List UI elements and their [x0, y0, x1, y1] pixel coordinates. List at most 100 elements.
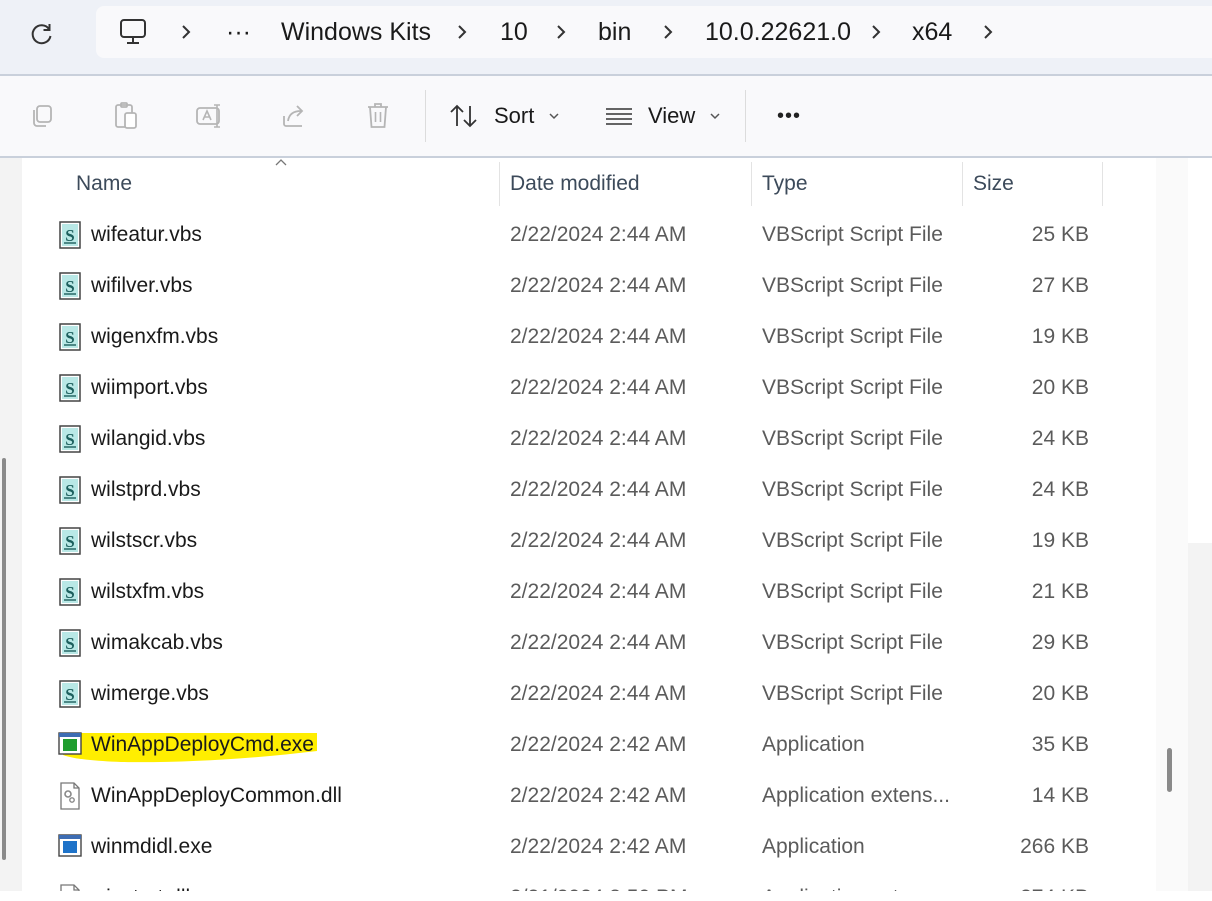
copy-button[interactable]: [20, 76, 64, 156]
file-date: 2/22/2024 2:42 AM: [510, 784, 687, 807]
svg-text:S: S: [65, 328, 74, 347]
list-item[interactable]: Swilangid.vbs 2/22/2024 2:44 AM VBScript S…: [22, 413, 1156, 464]
file-size: 27 KB: [1031, 274, 1089, 297]
file-size: 19 KB: [1031, 325, 1089, 348]
delete-button[interactable]: [356, 76, 400, 156]
svg-text:S: S: [65, 532, 74, 551]
svg-text:S: S: [65, 277, 74, 296]
file-date: 2/22/2024 2:44 AM: [510, 223, 687, 246]
vbscript-file-icon: S: [57, 629, 83, 657]
column-header-name[interactable]: Name: [76, 158, 132, 210]
file-name: wiimport.vbs: [91, 376, 208, 399]
breadcrumb-overflow[interactable]: ···: [226, 6, 251, 58]
vertical-scrollbar-track[interactable]: [1156, 158, 1188, 891]
refresh-button[interactable]: [22, 14, 62, 54]
dll-file-icon: [57, 782, 83, 810]
breadcrumb-chevron-icon[interactable]: [174, 6, 198, 58]
view-list-icon: [606, 108, 632, 125]
breadcrumb-chevron-icon[interactable]: [549, 6, 573, 58]
refresh-icon: [31, 24, 52, 45]
vbscript-file-icon: S: [57, 476, 83, 504]
svg-text:S: S: [65, 379, 74, 398]
list-item[interactable]: Swilstxfm.vbs 2/22/2024 2:44 AM VBScript S…: [22, 566, 1156, 617]
share-button[interactable]: [272, 76, 316, 156]
breadcrumb-10[interactable]: 10: [500, 6, 528, 58]
breadcrumb-windows-kits[interactable]: Windows Kits: [281, 6, 431, 58]
file-type: VBScript Script File: [762, 529, 943, 552]
list-item[interactable]: Swigenxfm.vbs 2/22/2024 2:44 AM VBScript S…: [22, 311, 1156, 362]
breadcrumb[interactable]: ··· Windows Kits 10 bin 10.0.22621.0 x64: [96, 6, 1212, 58]
file-date: 2/22/2024 2:44 AM: [510, 274, 687, 297]
computer-icon: [120, 19, 146, 44]
svg-text:S: S: [65, 634, 74, 653]
file-size: 14 KB: [1031, 784, 1089, 807]
list-item[interactable]: Swilstscr.vbs 2/22/2024 2:44 AM VBScript S…: [22, 515, 1156, 566]
file-size: 35 KB: [1031, 733, 1089, 756]
file-type: VBScript Script File: [762, 427, 943, 450]
sort-ascending-caret-icon: [275, 159, 287, 166]
sort-button[interactable]: Sort: [448, 76, 568, 156]
breadcrumb-version[interactable]: 10.0.22621.0: [705, 6, 851, 58]
more-options-icon: •••: [776, 104, 801, 127]
share-icon: [283, 105, 304, 127]
file-date: 2/22/2024 2:44 AM: [510, 580, 687, 603]
breadcrumb-bin[interactable]: bin: [598, 6, 631, 58]
list-item-partial[interactable]: winstrat.dll 2/21/2024 8:50 PM Application…: [22, 872, 1156, 891]
file-type: VBScript Script File: [762, 274, 943, 297]
trash-icon: [368, 103, 388, 128]
address-bar-region: ··· Windows Kits 10 bin 10.0.22621.0 x64: [0, 0, 1212, 74]
vbscript-file-icon: S: [57, 323, 83, 351]
window-edge: [1188, 543, 1212, 891]
file-size: 24 KB: [1031, 427, 1089, 450]
list-item[interactable]: Swiimport.vbs 2/22/2024 2:44 AM VBScript S…: [22, 362, 1156, 413]
file-name: wifilver.vbs: [91, 274, 193, 297]
breadcrumb-chevron-icon[interactable]: [450, 6, 474, 58]
list-item[interactable]: Swifeatur.vbs 2/22/2024 2:44 AM VBScript S…: [22, 209, 1156, 260]
column-divider[interactable]: [751, 162, 752, 206]
this-pc-button[interactable]: [118, 18, 148, 51]
list-item[interactable]: WinAppDeployCommon.dll 2/22/2024 2:42 AM A…: [22, 770, 1156, 821]
navigation-scrollbar-thumb[interactable]: [2, 458, 6, 860]
file-type: VBScript Script File: [762, 478, 943, 501]
file-name: winstrat.dll: [91, 872, 190, 891]
breadcrumb-chevron-icon[interactable]: [656, 6, 680, 58]
list-item[interactable]: Swimakcab.vbs 2/22/2024 2:44 AM VBScript S…: [22, 617, 1156, 668]
breadcrumb-chevron-icon[interactable]: [976, 6, 1000, 58]
paste-icon: [115, 102, 137, 129]
file-type: VBScript Script File: [762, 631, 943, 654]
view-label: View: [648, 103, 696, 128]
green-app-icon: [57, 731, 83, 759]
column-header-type[interactable]: Type: [762, 158, 808, 210]
column-divider[interactable]: [962, 162, 963, 206]
bottom-edge: [0, 891, 1212, 901]
list-item[interactable]: Swimerge.vbs 2/22/2024 2:44 AM VBScript Sc…: [22, 668, 1156, 719]
file-name: WinAppDeployCommon.dll: [91, 784, 342, 807]
column-header-size[interactable]: Size: [973, 158, 1014, 210]
column-divider[interactable]: [1102, 162, 1103, 206]
file-type: Application extens...: [762, 784, 950, 807]
column-divider[interactable]: [499, 162, 500, 206]
breadcrumb-chevron-icon[interactable]: [864, 6, 888, 58]
more-options-button[interactable]: •••: [765, 76, 813, 156]
list-item[interactable]: Swifilver.vbs 2/22/2024 2:44 AM VBScript S…: [22, 260, 1156, 311]
vbscript-file-icon: S: [57, 374, 83, 402]
list-item[interactable]: Swilstprd.vbs 2/22/2024 2:44 AM VBScript S…: [22, 464, 1156, 515]
file-date: 2/21/2024 8:50 PM: [510, 872, 687, 891]
vbscript-file-icon: S: [57, 680, 83, 708]
toolbar-divider: [425, 90, 426, 142]
rename-button[interactable]: [188, 76, 232, 156]
column-header-date[interactable]: Date modified: [510, 158, 640, 210]
file-type: VBScript Script File: [762, 376, 943, 399]
breadcrumb-x64[interactable]: x64: [912, 6, 952, 58]
svg-text:S: S: [65, 226, 74, 245]
vertical-scrollbar-thumb[interactable]: [1167, 748, 1172, 792]
rename-icon: [196, 104, 220, 128]
file-size: 29 KB: [1031, 631, 1089, 654]
file-name: wigenxfm.vbs: [91, 325, 219, 348]
vbscript-file-icon: S: [57, 527, 83, 555]
file-date: 2/22/2024 2:42 AM: [510, 733, 687, 756]
paste-button[interactable]: [104, 76, 148, 156]
view-button[interactable]: View: [604, 76, 724, 156]
list-item[interactable]: WinAppDeployCmd.exe 2/22/2024 2:42 AM Appl…: [22, 719, 1156, 770]
list-item[interactable]: winmdidl.exe 2/22/2024 2:42 AM Application…: [22, 821, 1156, 872]
